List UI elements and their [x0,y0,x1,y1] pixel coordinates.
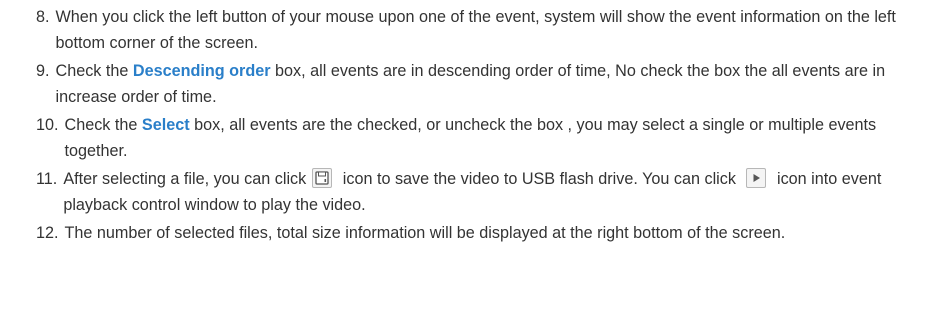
item-text: When you click the left button of your m… [55,8,896,52]
list-item: 8. When you click the left button of you… [0,4,936,56]
item-text: icon to save the video to USB flash driv… [338,170,741,188]
item-number: 8. [36,8,50,26]
instruction-list: 8. When you click the left button of you… [0,4,936,246]
item-number: 9. [36,62,50,80]
item-body: Check the Select box, all events are the… [59,112,936,164]
list-item: 10. Check the Select box, all events are… [0,112,936,164]
select-keyword: Select [141,116,190,134]
item-body: After selecting a file, you can click ic… [57,166,936,218]
item-number: 12. [36,224,59,242]
item-text: Check the [55,62,133,80]
list-item: 11. After selecting a file, you can clic… [0,166,936,218]
play-icon [746,168,767,189]
item-body: Check the Descending order box, all even… [50,58,936,110]
item-text: Check the [64,116,142,134]
item-number: 11. [36,170,58,188]
instruction-document: 8. When you click the left button of you… [0,0,936,246]
save-icon [312,168,333,189]
item-number: 10. [36,116,59,134]
item-text: After selecting a file, you can click [63,170,307,188]
list-item: 9. Check the Descending order box, all e… [0,58,936,110]
descending-order-keyword: Descending order [132,62,271,80]
item-text: The number of selected files, total size… [64,224,786,242]
list-item: 12. The number of selected files, total … [0,220,936,246]
